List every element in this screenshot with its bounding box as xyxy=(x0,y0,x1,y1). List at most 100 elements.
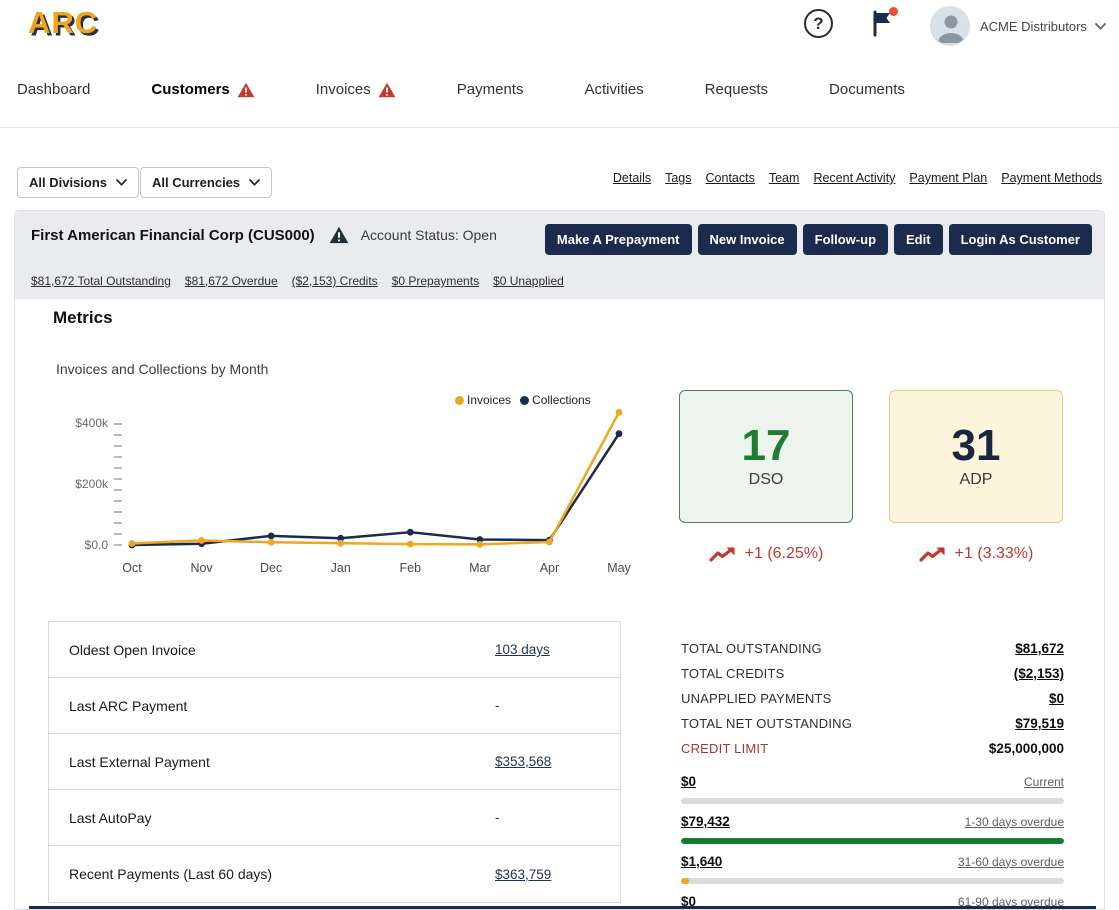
aging-bucket-1-30: $79,432 1-30 days overdue xyxy=(681,813,1064,844)
link-details[interactable]: Details xyxy=(613,171,651,185)
org-name: ACME Distributors xyxy=(980,18,1087,34)
aging-amount-link[interactable]: $1,640 xyxy=(681,854,722,869)
svg-text:Feb: Feb xyxy=(400,561,422,575)
notifications-flag-button[interactable] xyxy=(869,7,899,41)
account-warning-icon xyxy=(329,226,349,244)
chart-legend: Invoices Collections xyxy=(455,393,591,407)
svg-text:$200k: $200k xyxy=(75,477,109,491)
chevron-down-icon xyxy=(116,179,127,186)
nav-payments-label: Payments xyxy=(456,81,524,98)
nav-dashboard-label: Dashboard xyxy=(17,81,91,98)
make-a-prepayment-button[interactable]: Make A Prepayment xyxy=(544,224,692,255)
user-avatar[interactable] xyxy=(930,6,970,46)
stat-label: Last ARC Payment xyxy=(69,697,188,714)
nav-payments[interactable]: Payments xyxy=(457,81,524,98)
svg-text:Jan: Jan xyxy=(331,561,351,575)
customer-card: First American Financial Corp (CUS000) A… xyxy=(14,210,1105,910)
aging-amount-link[interactable]: $0 xyxy=(681,774,696,789)
recent-payments-value-link[interactable]: $363,759 xyxy=(495,867,551,882)
table-row: Last AutoPay - xyxy=(49,790,620,846)
help-glyph: ? xyxy=(813,13,824,33)
aging-bucket-link[interactable]: 1-30 days overdue xyxy=(965,815,1064,829)
svg-text:Nov: Nov xyxy=(190,561,213,575)
link-recent-activity[interactable]: Recent Activity xyxy=(813,171,895,185)
nav-documents[interactable]: Documents xyxy=(829,81,905,98)
prepayments-link[interactable]: $0 Prepayments xyxy=(392,274,479,288)
stat-label: Recent Payments (Last 60 days) xyxy=(69,866,273,882)
nav-documents-label: Documents xyxy=(829,81,905,98)
nav-activities[interactable]: Activities xyxy=(584,81,643,98)
divisions-dropdown-value: All Divisions xyxy=(29,175,108,190)
customer-actions: Make A Prepayment New Invoice Follow-up … xyxy=(544,224,1092,255)
aging-bucket-current: $0 Current xyxy=(681,773,1064,804)
nav-requests-label: Requests xyxy=(704,81,769,98)
total-outstanding-value-link[interactable]: $81,672 xyxy=(1015,641,1064,656)
alert-triangle-icon xyxy=(237,82,255,97)
legend-collections: Collections xyxy=(520,393,591,407)
currencies-dropdown[interactable]: All Currencies xyxy=(140,167,273,198)
edit-button[interactable]: Edit xyxy=(894,224,943,255)
total-credits-row: TOTAL CREDITS ($2,153) xyxy=(681,661,1064,686)
arc-logo[interactable]: ARC xyxy=(28,5,98,41)
account-status: Account Status: Open xyxy=(360,227,497,243)
help-icon[interactable]: ? xyxy=(804,9,833,38)
credit-limit-row: CREDIT LIMIT $25,000,000 xyxy=(681,736,1064,761)
dso-trend: +1 (6.25%) xyxy=(679,545,853,563)
notification-dot xyxy=(889,7,898,16)
new-invoice-button[interactable]: New Invoice xyxy=(697,224,797,255)
invoices-collections-chart: $400k $200k $0.0 Oct Nov Dec Jan Feb Mar Apr May xyxy=(75,408,632,575)
customer-summary-links: $81,672 Total Outstanding $81,672 Overdu… xyxy=(31,274,564,288)
avatar-image xyxy=(931,7,969,45)
nav-dashboard[interactable]: Dashboard xyxy=(17,81,90,98)
svg-text:Oct: Oct xyxy=(122,561,142,575)
divisions-dropdown[interactable]: All Divisions xyxy=(17,167,140,198)
unapplied-payments-value-link[interactable]: $0 xyxy=(1049,691,1064,706)
nav-invoices-label: Invoices xyxy=(315,81,371,98)
last-external-payment-value-link[interactable]: $353,568 xyxy=(495,754,551,769)
aging-bar xyxy=(681,838,1064,844)
nav-requests[interactable]: Requests xyxy=(705,81,768,98)
metrics-section-title: Metrics xyxy=(53,308,113,327)
nav-customers[interactable]: Customers xyxy=(151,81,255,98)
link-payment-methods[interactable]: Payment Methods xyxy=(1001,171,1102,185)
collections-dot-icon xyxy=(520,395,530,405)
chevron-down-icon xyxy=(249,179,261,186)
legend-invoices: Invoices xyxy=(455,393,511,407)
svg-text:$0.0: $0.0 xyxy=(85,538,109,552)
total-credits-value-link[interactable]: ($2,153) xyxy=(1014,666,1064,681)
chart-title: Invoices and Collections by Month xyxy=(56,361,269,377)
alert-triangle-icon xyxy=(378,82,396,97)
aging-bucket-link[interactable]: 31-60 days overdue xyxy=(958,855,1064,869)
totals-panel: TOTAL OUTSTANDING $81,672 TOTAL CREDITS … xyxy=(681,636,1064,909)
total-net-outstanding-value-link[interactable]: $79,519 xyxy=(1015,716,1064,731)
invoices-dot-icon xyxy=(455,395,464,405)
trend-up-icon xyxy=(919,546,945,562)
total-outstanding-row: TOTAL OUTSTANDING $81,672 xyxy=(681,636,1064,661)
link-tags[interactable]: Tags xyxy=(665,171,691,185)
login-as-customer-button[interactable]: Login As Customer xyxy=(948,224,1092,255)
credits-link[interactable]: ($2,153) Credits xyxy=(292,274,378,288)
link-payment-plan[interactable]: Payment Plan xyxy=(909,171,987,185)
follow-up-button[interactable]: Follow-up xyxy=(802,224,889,255)
arc-customer-page: ARC ? ACME Distributors Dashboard Custom… xyxy=(0,0,1119,910)
last-autopay-value: - xyxy=(495,810,500,825)
aging-bar-fill xyxy=(681,878,689,884)
aging-amount-link[interactable]: $79,432 xyxy=(681,814,730,829)
org-switcher[interactable]: ACME Distributors xyxy=(980,0,1106,52)
customer-stats-table: Oldest Open Invoice 103 days Last ARC Pa… xyxy=(48,621,621,903)
unapplied-link[interactable]: $0 Unapplied xyxy=(493,274,564,288)
customer-section-links: Details Tags Contacts Team Recent Activi… xyxy=(613,171,1102,185)
customer-header: First American Financial Corp (CUS000) A… xyxy=(15,211,1104,299)
svg-text:Mar: Mar xyxy=(469,561,491,575)
table-row: Last External Payment $353,568 xyxy=(49,734,620,790)
adp-trend-text: +1 (3.33%) xyxy=(954,545,1034,562)
overdue-link[interactable]: $81,672 Overdue xyxy=(185,274,278,288)
aging-bucket-link[interactable]: Current xyxy=(1024,775,1064,789)
nav-invoices[interactable]: Invoices xyxy=(316,81,396,98)
total-outstanding-link[interactable]: $81,672 Total Outstanding xyxy=(31,274,171,288)
adp-value: 31 xyxy=(951,421,1001,470)
link-contacts[interactable]: Contacts xyxy=(706,171,755,185)
total-net-outstanding-label: TOTAL NET OUTSTANDING xyxy=(681,716,853,731)
oldest-open-invoice-value-link[interactable]: 103 days xyxy=(495,642,550,657)
link-team[interactable]: Team xyxy=(769,171,800,185)
